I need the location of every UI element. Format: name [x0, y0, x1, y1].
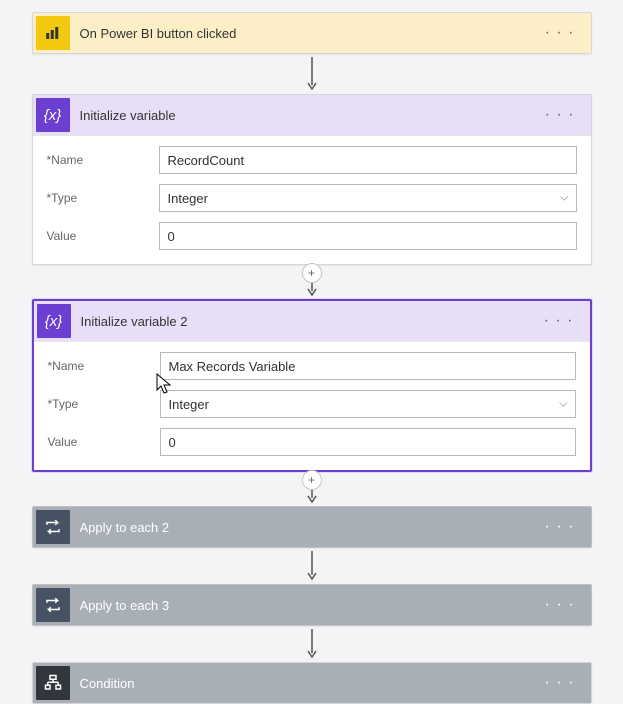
field-label: Value	[48, 435, 148, 449]
apply-each-3-title: Apply to each 3	[80, 598, 539, 613]
field-row-value: Value	[48, 428, 576, 456]
field-row-type: *Type ⌵	[47, 184, 577, 212]
value-input[interactable]	[160, 428, 576, 456]
apply-each-2-header[interactable]: Apply to each 2 · · ·	[33, 507, 591, 547]
condition-icon	[36, 666, 70, 700]
init-variable-2-header[interactable]: {x} Initialize variable 2 · · ·	[34, 301, 590, 341]
init-variable-2-card[interactable]: {x} Initialize variable 2 · · · *Name *T…	[32, 299, 592, 472]
apply-each-2-title: Apply to each 2	[80, 520, 539, 535]
connector-arrow[interactable]: +	[307, 265, 317, 299]
apply-each-3-header[interactable]: Apply to each 3 · · ·	[33, 585, 591, 625]
name-input[interactable]	[160, 352, 576, 380]
connector-arrow[interactable]: +	[307, 472, 317, 506]
condition-header[interactable]: Condition · · ·	[33, 663, 591, 703]
apply-each-2-more-button[interactable]: · · ·	[539, 514, 581, 540]
loop-icon	[36, 510, 70, 544]
type-select[interactable]	[159, 184, 577, 212]
trigger-more-button[interactable]: · · ·	[539, 20, 581, 46]
field-row-value: Value	[47, 222, 577, 250]
add-step-button[interactable]: +	[302, 470, 322, 490]
init-variable-1-more-button[interactable]: · · ·	[539, 102, 581, 128]
condition-title: Condition	[80, 676, 539, 691]
field-row-type: *Type ⌵	[48, 390, 576, 418]
apply-each-3-card[interactable]: Apply to each 3 · · ·	[32, 584, 592, 626]
trigger-header[interactable]: On Power BI button clicked · · ·	[33, 13, 591, 53]
condition-card[interactable]: Condition · · ·	[32, 662, 592, 704]
init-variable-2-title: Initialize variable 2	[81, 314, 538, 329]
field-label: *Type	[47, 191, 147, 205]
trigger-title: On Power BI button clicked	[80, 26, 539, 41]
init-variable-2-body: *Name *Type ⌵ Value	[34, 341, 590, 470]
powerbi-icon	[36, 16, 70, 50]
field-row-name: *Name	[48, 352, 576, 380]
condition-more-button[interactable]: · · ·	[539, 670, 581, 696]
trigger-card[interactable]: On Power BI button clicked · · ·	[32, 12, 592, 54]
init-variable-1-body: *Name *Type ⌵ Value	[33, 135, 591, 264]
init-variable-2-more-button[interactable]: · · ·	[538, 308, 580, 334]
apply-each-3-more-button[interactable]: · · ·	[539, 592, 581, 618]
value-input[interactable]	[159, 222, 577, 250]
apply-each-2-card[interactable]: Apply to each 2 · · ·	[32, 506, 592, 548]
connector-arrow[interactable]	[307, 548, 317, 584]
loop-icon	[36, 588, 70, 622]
type-select[interactable]	[160, 390, 576, 418]
connector-arrow[interactable]	[307, 626, 317, 662]
flow-canvas: On Power BI button clicked · · · {x} Ini…	[10, 12, 613, 704]
name-input[interactable]	[159, 146, 577, 174]
add-step-button[interactable]: +	[302, 263, 322, 283]
init-variable-1-card[interactable]: {x} Initialize variable · · · *Name *Typ…	[32, 94, 592, 265]
field-label: *Name	[47, 153, 147, 167]
field-label: *Name	[48, 359, 148, 373]
field-row-name: *Name	[47, 146, 577, 174]
init-variable-1-header[interactable]: {x} Initialize variable · · ·	[33, 95, 591, 135]
connector-arrow[interactable]	[307, 54, 317, 94]
variable-icon: {x}	[36, 98, 70, 132]
field-label: Value	[47, 229, 147, 243]
variable-icon: {x}	[37, 304, 71, 338]
init-variable-1-title: Initialize variable	[80, 108, 539, 123]
field-label: *Type	[48, 397, 148, 411]
